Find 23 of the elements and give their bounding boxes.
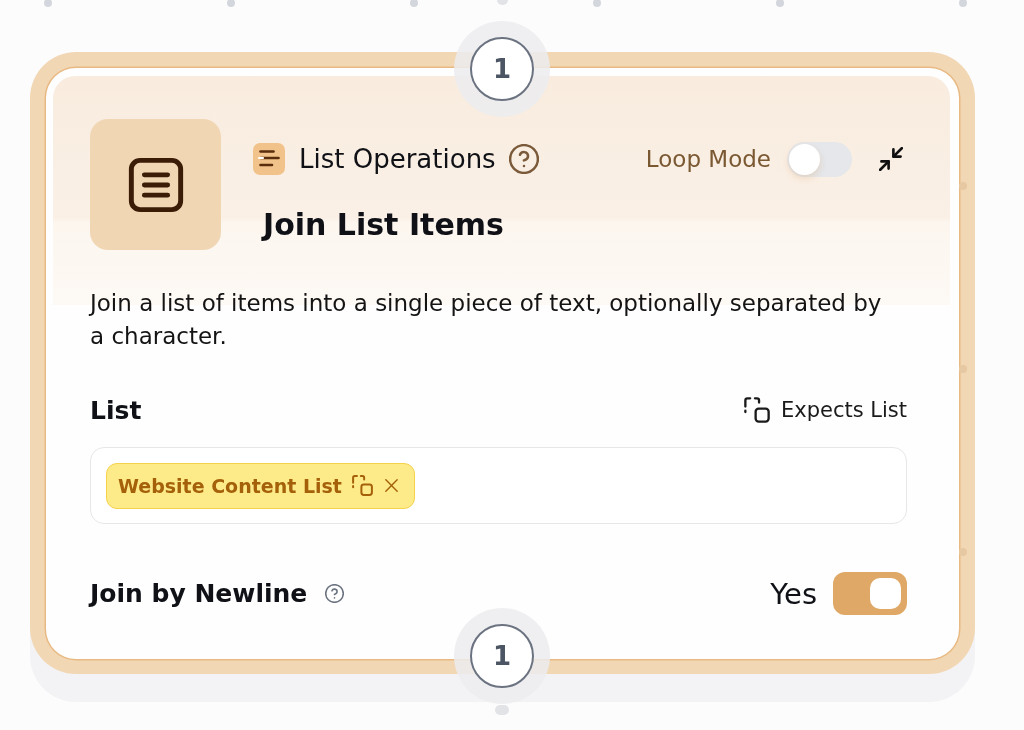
toggle-value: Yes [770, 576, 817, 611]
overlapping-squares-icon [743, 397, 770, 423]
connector-handle[interactable] [495, 705, 509, 715]
connector-handle[interactable] [497, 0, 508, 5]
node-description: Join a list of items into a single piece of text, optionally separated by a character. [90, 289, 883, 351]
variable-chip[interactable]: Website Content List [106, 462, 415, 509]
category-icon [253, 143, 285, 175]
overlapping-squares-icon [351, 475, 373, 496]
category-label: List Operations [299, 143, 496, 175]
field-label: List [90, 395, 142, 425]
field-label: Join by Newline [90, 579, 308, 608]
document-icon [90, 119, 221, 250]
help-icon[interactable] [325, 584, 345, 603]
node-title: Join List Items [263, 207, 504, 243]
newline-toggle[interactable] [833, 572, 907, 615]
loop-mode-label: Loop Mode [645, 146, 771, 172]
grid-dot [959, 365, 967, 373]
close-icon[interactable] [382, 477, 400, 494]
list-input-field[interactable]: Website Content List [90, 447, 907, 524]
grid-dot [959, 182, 967, 190]
field-hint: Expects List [780, 398, 907, 422]
grid-dot [959, 548, 967, 556]
help-icon[interactable] [508, 144, 539, 174]
